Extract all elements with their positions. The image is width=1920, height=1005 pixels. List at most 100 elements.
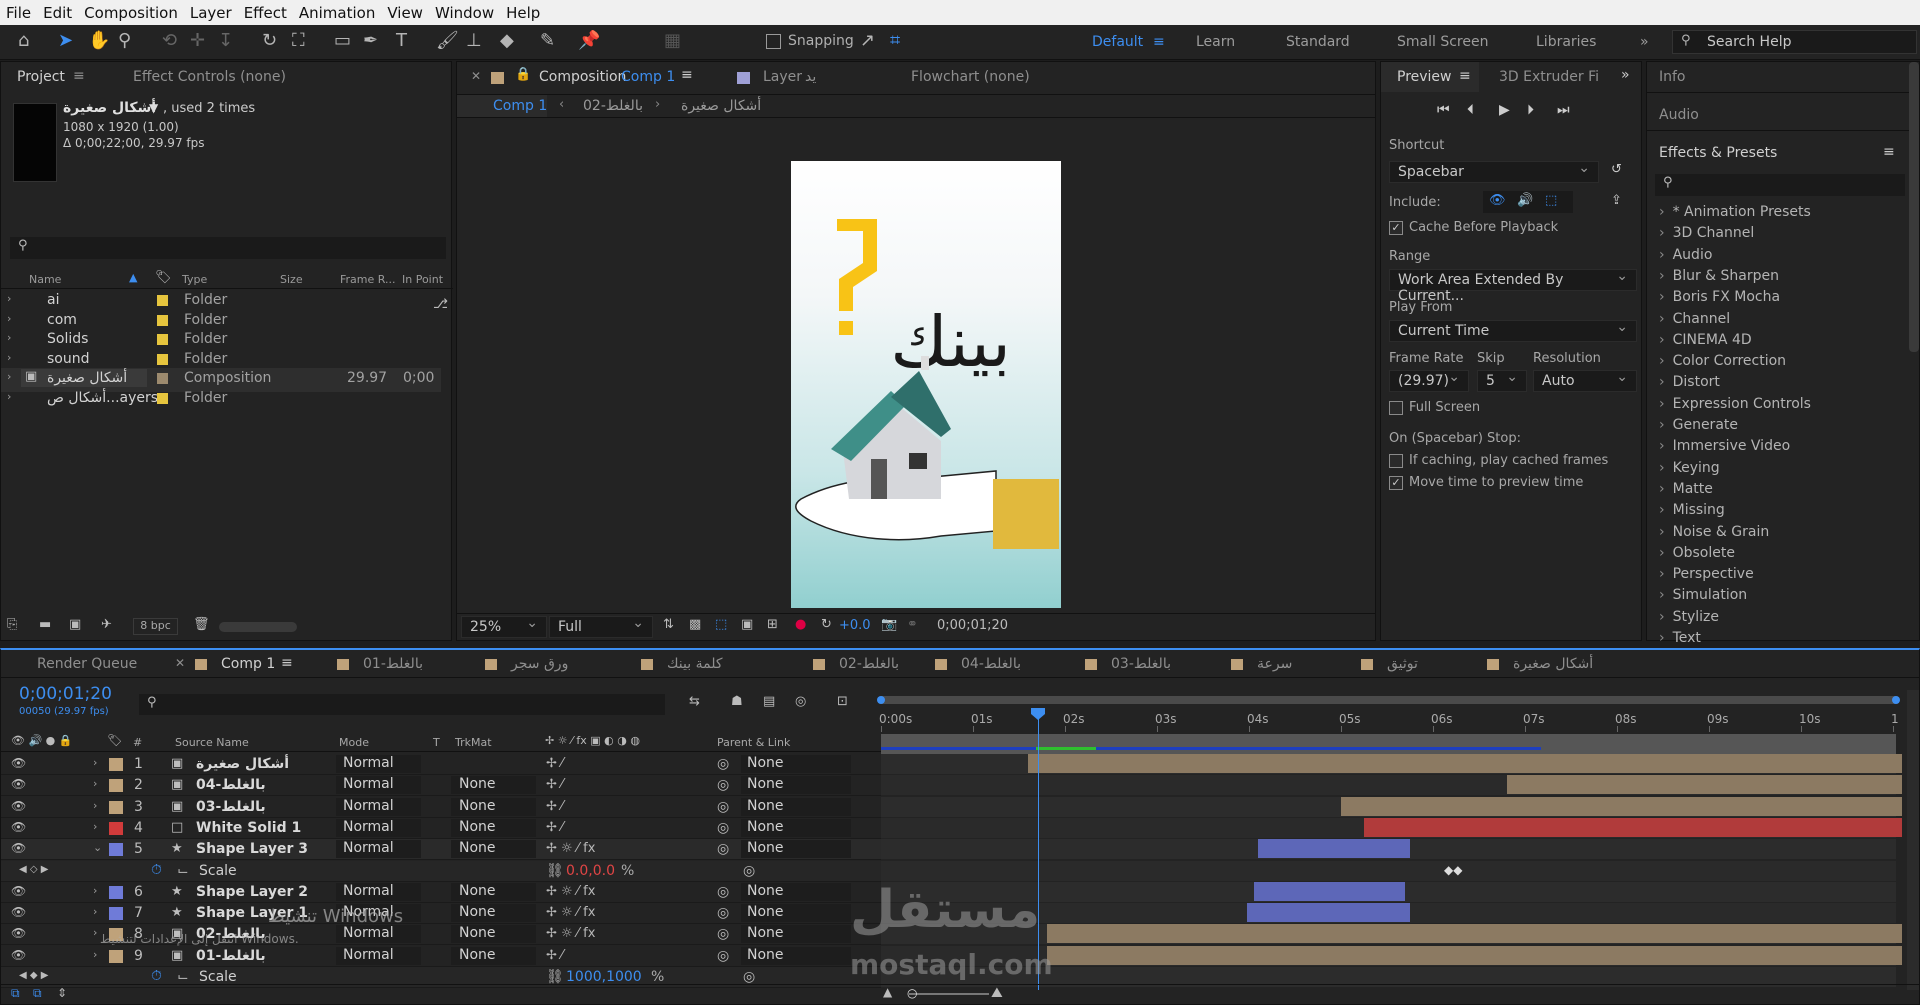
work-area-end[interactable]: [1892, 696, 1900, 704]
visibility-eye-icon[interactable]: 👁: [11, 777, 26, 791]
channel-icon[interactable]: ●: [795, 617, 806, 632]
move-time-row[interactable]: ✓ Move time to preview time: [1389, 475, 1583, 490]
effects-category[interactable]: › Audio: [1659, 247, 1712, 263]
pickwhip-icon[interactable]: ◎: [717, 905, 729, 921]
effects-menu-icon[interactable]: ≡: [1883, 144, 1895, 160]
col-parent[interactable]: Parent & Link: [717, 736, 790, 749]
layer-duration-bar[interactable]: [1341, 796, 1903, 816]
tab-effects-presets[interactable]: Effects & Presets: [1659, 145, 1777, 161]
visibility-eye-icon[interactable]: 👁: [11, 799, 26, 813]
scale-value[interactable]: 1000,1000: [566, 969, 642, 985]
comp-menu-icon[interactable]: ≡: [681, 67, 693, 83]
show-snapshot-icon[interactable]: ⚭: [907, 617, 918, 632]
label-swatch[interactable]: [157, 314, 168, 326]
preview-menu-icon[interactable]: ≡: [1459, 68, 1471, 84]
layer-label-swatch[interactable]: [109, 758, 123, 771]
interpret-footage-icon[interactable]: ⎘: [7, 617, 17, 632]
breadcrumb-comp1[interactable]: Comp 1: [493, 98, 547, 114]
layer-duration-bar[interactable]: [1046, 924, 1903, 944]
layer-name[interactable]: Shape Layer 3: [196, 841, 308, 857]
expand-arrow-icon[interactable]: ›: [93, 884, 97, 897]
stopwatch-icon[interactable]: ⏱: [151, 968, 162, 984]
pickwhip-icon[interactable]: ◎: [717, 948, 729, 964]
expression-icon[interactable]: ◎: [743, 969, 755, 985]
effects-category[interactable]: › Generate: [1659, 417, 1738, 433]
work-area-bar[interactable]: [881, 696, 1896, 704]
layer-parent-dropdown[interactable]: None: [741, 882, 851, 901]
layer-name[interactable]: Shape Layer 2: [196, 884, 308, 900]
effects-category[interactable]: › Expression Controls: [1659, 396, 1811, 412]
expand-arrow-icon[interactable]: ›: [7, 390, 11, 403]
layer-parent-dropdown[interactable]: None: [741, 818, 851, 837]
col-name[interactable]: Name: [29, 273, 61, 286]
layer-label-swatch[interactable]: [109, 779, 123, 793]
layer-row[interactable]: 👁 › 6 ★ Shape Layer 2 Normal None ✢ ☼ ⁄ fx ◎ None: [1, 882, 881, 903]
shortcut-dropdown[interactable]: Spacebar: [1389, 160, 1599, 183]
new-comp-icon[interactable]: ▣: [69, 617, 81, 632]
pickwhip-icon[interactable]: ◎: [717, 756, 729, 772]
tab-render-queue[interactable]: Render Queue: [37, 656, 137, 672]
tab-flowchart[interactable]: Flowchart (none): [911, 69, 1030, 85]
visibility-eye-icon[interactable]: 👁: [11, 756, 26, 770]
expand-arrow-icon[interactable]: ›: [7, 312, 11, 325]
layer-trkmat-dropdown[interactable]: None: [451, 925, 536, 944]
layer-duration-bar[interactable]: [1046, 945, 1903, 965]
layer-switches-icon[interactable]: ✢ ⁄: [546, 777, 563, 792]
layer-mode-dropdown[interactable]: Normal: [336, 755, 421, 773]
orbit-camera-icon[interactable]: ⟲: [162, 30, 177, 51]
zoom-dropdown[interactable]: 25%: [461, 615, 547, 638]
resolution-dropdown[interactable]: Full: [549, 615, 653, 638]
layer-name[interactable]: بالغلط-04: [196, 777, 266, 793]
sort-arrow-icon[interactable]: ▲: [129, 271, 137, 284]
effects-category[interactable]: › Matte: [1659, 481, 1713, 497]
next-frame-icon[interactable]: ⏵: [1527, 102, 1534, 118]
visibility-eye-icon[interactable]: 👁: [11, 948, 26, 962]
col-type[interactable]: Type: [182, 273, 207, 286]
workspace-menu-icon[interactable]: ≡: [1153, 34, 1165, 50]
layer-row[interactable]: 👁 › 9 ▣ بالغلط-01 Normal None ✢ ⁄ ◎ None: [1, 946, 881, 967]
tab-3d-extruder[interactable]: 3D Extruder Fi: [1499, 69, 1599, 85]
expand-arrow-icon[interactable]: ⌄: [93, 841, 102, 854]
effects-category[interactable]: › Color Correction: [1659, 353, 1786, 369]
effects-category[interactable]: › Channel: [1659, 311, 1730, 327]
effects-category[interactable]: › Stylize: [1659, 609, 1719, 625]
timeline-comp-tab[interactable]: كلمة بينك: [667, 656, 723, 672]
toggle-modes-icon[interactable]: ⧉: [33, 986, 42, 1001]
visibility-eye-icon[interactable]: 👁: [11, 884, 26, 898]
reset-exposure-icon[interactable]: ↻: [821, 617, 832, 632]
region-of-interest-icon[interactable]: ▣: [741, 617, 753, 632]
pen-tool-icon[interactable]: ✒: [363, 30, 378, 51]
zoom-slider[interactable]: [909, 993, 989, 995]
timeline-comp-tab[interactable]: بالغلط-04: [961, 656, 1021, 672]
effects-category[interactable]: › Noise & Grain: [1659, 524, 1769, 540]
workspace-libraries[interactable]: Libraries: [1536, 34, 1596, 50]
layer-label-swatch[interactable]: [109, 885, 123, 899]
project-search-input[interactable]: ⚲: [10, 237, 446, 259]
col-in-point[interactable]: In Point: [402, 273, 443, 286]
tab-composition-name[interactable]: Comp 1: [621, 69, 675, 85]
label-tag-icon[interactable]: 🏷: [155, 270, 172, 285]
layer-name[interactable]: بالغلط-03: [196, 799, 266, 815]
move-time-checkbox[interactable]: ✓: [1389, 475, 1403, 490]
menu-window[interactable]: Window: [429, 4, 500, 22]
layer-duration-bar[interactable]: [1247, 903, 1410, 923]
layer-name[interactable]: بالغلط-01: [196, 948, 266, 964]
label-swatch[interactable]: [157, 334, 168, 345]
timeline-comp-tab[interactable]: بالغلط-03: [1111, 656, 1171, 672]
include-audio-icon[interactable]: 🔊: [1517, 193, 1533, 208]
skip-dropdown[interactable]: 5: [1477, 369, 1527, 392]
layer-trkmat-dropdown[interactable]: None: [451, 776, 536, 795]
pickwhip-icon[interactable]: ◎: [717, 926, 729, 942]
col-size[interactable]: Size: [280, 273, 303, 286]
expand-arrow-icon[interactable]: ›: [93, 799, 97, 812]
clone-stamp-icon[interactable]: ⊥: [466, 30, 482, 51]
snap-edges-icon[interactable]: ↗: [860, 30, 875, 51]
panel-overflow-icon[interactable]: »: [1621, 67, 1630, 83]
layer-label-swatch[interactable]: [109, 907, 123, 921]
layer-row[interactable]: 👁 › 2 ▣ بالغلط-04 Normal None ✢ ⁄ ◎ None: [1, 775, 881, 797]
layer-mode-dropdown[interactable]: Normal: [336, 797, 421, 816]
effects-category[interactable]: › Perspective: [1659, 566, 1754, 582]
layer-label-swatch[interactable]: [109, 821, 123, 835]
expand-arrow-icon[interactable]: ›: [93, 820, 97, 833]
effects-category[interactable]: › Blur & Sharpen: [1659, 268, 1779, 284]
